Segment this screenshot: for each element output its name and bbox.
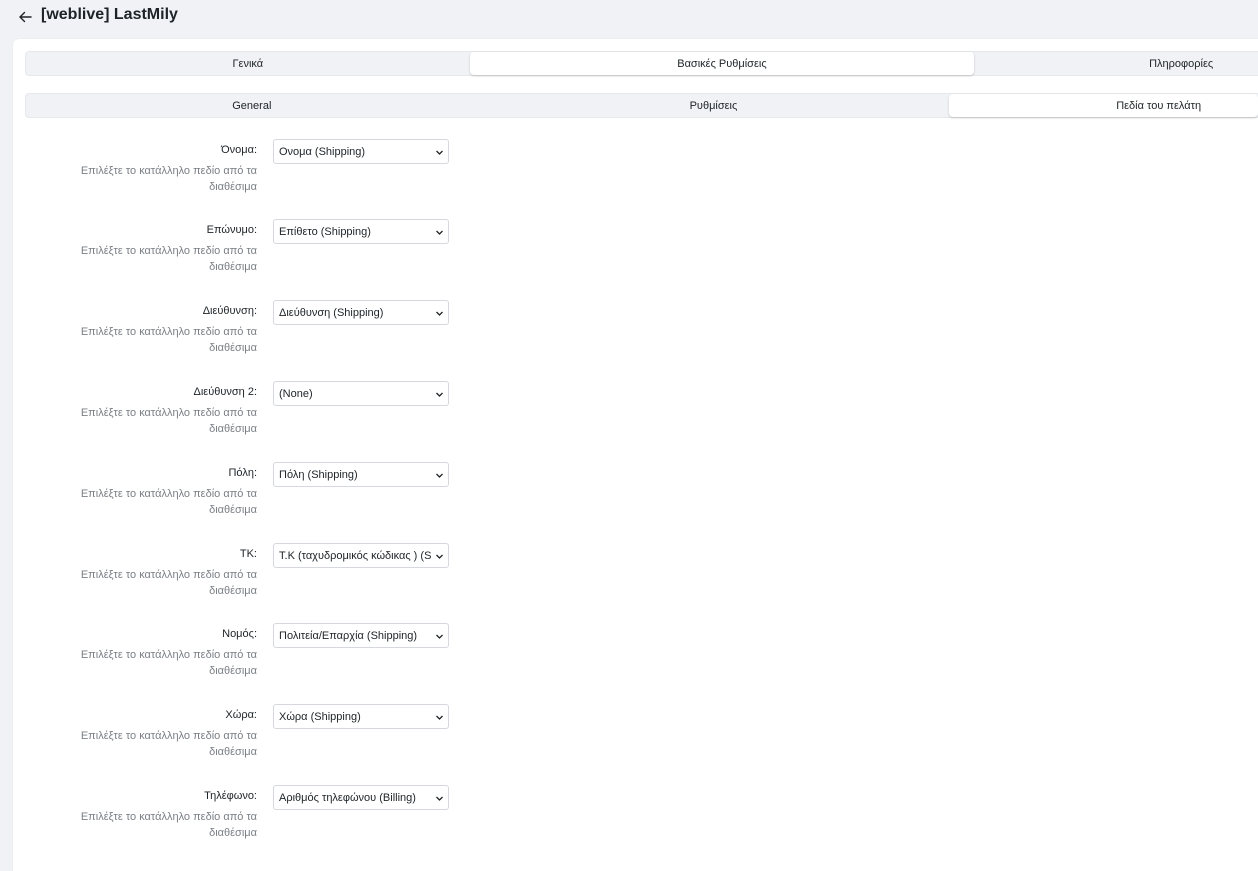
field-label: Όνομα: xyxy=(221,144,257,156)
field-help: Επιλέξτε το κατάλληλο πεδίο από τα διαθέ… xyxy=(80,649,257,677)
page-title: [weblive] LastMily xyxy=(41,6,178,23)
address-select[interactable]: Διεύθυνση (Shipping) xyxy=(273,300,449,325)
city-select[interactable]: Πόλη (Shipping) xyxy=(273,462,449,487)
select-value: Ονομα (Shipping) xyxy=(279,145,366,158)
field-row-address-2: Διεύθυνση 2: Επιλέξτε το κατάλληλο πεδίο… xyxy=(13,381,613,445)
back-arrow-icon[interactable] xyxy=(16,8,34,26)
sub-tabs: General Ρυθμίσεις Πεδία του πελάτη xyxy=(25,93,1258,118)
field-help: Επιλέξτε το κατάλληλο πεδίο από τα διαθέ… xyxy=(80,245,257,273)
subtab-customer-fields[interactable]: Πεδία του πελάτη xyxy=(949,94,1258,117)
field-label: Νομός: xyxy=(222,628,257,640)
select-value: Επίθετο (Shipping) xyxy=(279,225,371,238)
select-value: Πολιτεία/Επαρχία (Shipping) xyxy=(279,629,418,642)
chevron-down-icon xyxy=(436,150,443,155)
field-label: Επώνυμο: xyxy=(206,224,257,236)
phone-select[interactable]: Αριθμός τηλεφώνου (Billing) xyxy=(273,785,449,810)
field-help: Επιλέξτε το κατάλληλο πεδίο από τα διαθέ… xyxy=(80,730,257,758)
field-row-country: Χώρα: Επιλέξτε το κατάλληλο πεδίο από τα… xyxy=(13,704,613,768)
field-row-region: Νομός: Επιλέξτε το κατάλληλο πεδίο από τ… xyxy=(13,623,613,687)
field-help: Επιλέξτε το κατάλληλο πεδίο από τα διαθέ… xyxy=(80,488,257,516)
field-help: Επιλέξτε το κατάλληλο πεδίο από τα διαθέ… xyxy=(80,165,257,193)
field-row-city: Πόλη: Επιλέξτε το κατάλληλο πεδίο από τα… xyxy=(13,462,613,526)
subtab-customer-fields-label: Πεδία του πελάτη xyxy=(1116,99,1202,112)
field-help: Επιλέξτε το κατάλληλο πεδίο από τα διαθέ… xyxy=(80,811,257,839)
chevron-down-icon xyxy=(436,634,443,639)
main-tabs: Γενικά Βασικές Ρυθμίσεις Πληροφορίες xyxy=(25,51,1258,76)
select-value: (None) xyxy=(279,387,313,400)
field-label: Διεύθυνση 2: xyxy=(193,386,257,398)
chevron-down-icon xyxy=(436,473,443,478)
field-row-last-name: Επώνυμο: Επιλέξτε το κατάλληλο πεδίο από… xyxy=(13,219,613,283)
field-help: Επιλέξτε το κατάλληλο πεδίο από τα διαθέ… xyxy=(80,326,257,354)
tab-basic-settings[interactable]: Βασικές Ρυθμίσεις xyxy=(469,52,975,75)
subtab-general[interactable]: General xyxy=(26,94,478,117)
select-value: Διεύθυνση (Shipping) xyxy=(279,306,384,319)
chevron-down-icon xyxy=(436,311,443,316)
chevron-down-icon xyxy=(436,715,443,720)
field-label: ΤΚ: xyxy=(239,548,257,560)
chevron-down-icon xyxy=(436,796,443,801)
select-value: Χώρα (Shipping) xyxy=(279,710,361,723)
field-row-postcode: ΤΚ: Επιλέξτε το κατάλληλο πεδίο από τα δ… xyxy=(13,543,613,607)
select-value: Αριθμός τηλεφώνου (Billing) xyxy=(279,791,416,804)
field-help: Επιλέξτε το κατάλληλο πεδίο από τα διαθέ… xyxy=(80,407,257,435)
first-name-select[interactable]: Ονομα (Shipping) xyxy=(273,139,449,164)
chevron-down-icon xyxy=(436,554,443,559)
field-label: Τηλέφωνο: xyxy=(204,790,257,802)
field-label: Διεύθυνση: xyxy=(202,305,257,317)
country-select[interactable]: Χώρα (Shipping) xyxy=(273,704,449,729)
field-label: Πόλη: xyxy=(228,467,257,479)
region-select[interactable]: Πολιτεία/Επαρχία (Shipping) xyxy=(273,623,449,648)
chevron-down-icon xyxy=(436,392,443,397)
chevron-down-icon xyxy=(436,230,443,235)
tab-info-label: Πληροφορίες xyxy=(1149,57,1214,70)
field-label: Χώρα: xyxy=(225,709,257,721)
field-row-first-name: Όνομα: Επιλέξτε το κατάλληλο πεδίο από τ… xyxy=(13,139,613,203)
field-help: Επιλέξτε το κατάλληλο πεδίο από τα διαθέ… xyxy=(80,569,257,597)
subtab-settings[interactable]: Ρυθμίσεις xyxy=(478,94,950,117)
settings-panel: Γενικά Βασικές Ρυθμίσεις Πληροφορίες Gen… xyxy=(13,39,1258,871)
postcode-select[interactable]: Τ.Κ (ταχυδρομικός κώδικας ) (Shipping) xyxy=(273,543,449,568)
page-header: [weblive] LastMily xyxy=(0,0,1258,36)
tab-info[interactable]: Πληροφορίες xyxy=(974,52,1258,75)
field-row-phone: Τηλέφωνο: Επιλέξτε το κατάλληλο πεδίο απ… xyxy=(13,785,613,849)
select-value: Πόλη (Shipping) xyxy=(279,468,358,481)
address-2-select[interactable]: (None) xyxy=(273,381,449,406)
select-value: Τ.Κ (ταχυδρομικός κώδικας ) (Shipping) xyxy=(279,549,432,562)
field-row-address: Διεύθυνση: Επιλέξτε το κατάλληλο πεδίο α… xyxy=(13,300,613,364)
last-name-select[interactable]: Επίθετο (Shipping) xyxy=(273,219,449,244)
tab-general[interactable]: Γενικά xyxy=(26,52,470,75)
